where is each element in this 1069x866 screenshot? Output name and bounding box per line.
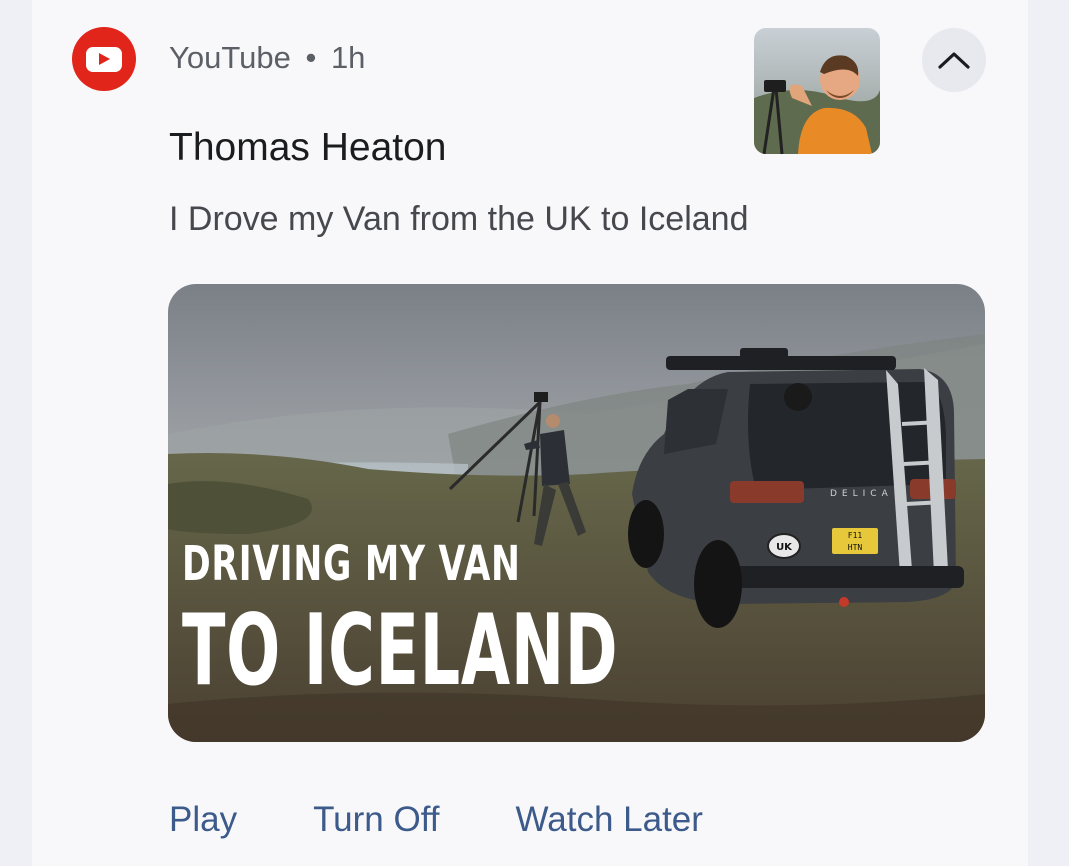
app-name: YouTube [169, 40, 291, 75]
play-button[interactable]: Play [169, 800, 237, 840]
svg-text:DELICA: DELICA [830, 489, 893, 499]
notification-actions: Play Turn Off Watch Later [169, 800, 703, 840]
watch-later-button[interactable]: Watch Later [516, 800, 703, 840]
video-thumbnail[interactable]: DELICA F11 HTN UK DRIVING MY VAN TO ICEL… [168, 284, 985, 742]
svg-text:F11: F11 [848, 531, 863, 540]
chevron-up-icon [938, 52, 970, 69]
youtube-app-icon [72, 27, 136, 91]
thumbnail-overlay-line1: DRIVING MY VAN [182, 536, 521, 592]
thumbnail-overlay-line2: TO ICELAND [182, 594, 619, 708]
notification-title: Thomas Heaton [169, 126, 447, 169]
play-icon [86, 46, 122, 72]
notification-text: I Drove my Van from the UK to Iceland [169, 200, 749, 238]
svg-text:UK: UK [776, 542, 793, 553]
notification-time: 1h [330, 40, 366, 75]
collapse-button[interactable] [922, 28, 986, 92]
turn-off-button[interactable]: Turn Off [313, 800, 439, 840]
header-separator: • [305, 40, 317, 75]
notification-header: YouTube • 1h [169, 40, 365, 76]
svg-text:HTN: HTN [848, 543, 863, 552]
notification-card[interactable]: YouTube • 1h Thomas Heaton I Drove my Va… [32, 0, 1028, 866]
channel-thumbnail [754, 28, 880, 154]
